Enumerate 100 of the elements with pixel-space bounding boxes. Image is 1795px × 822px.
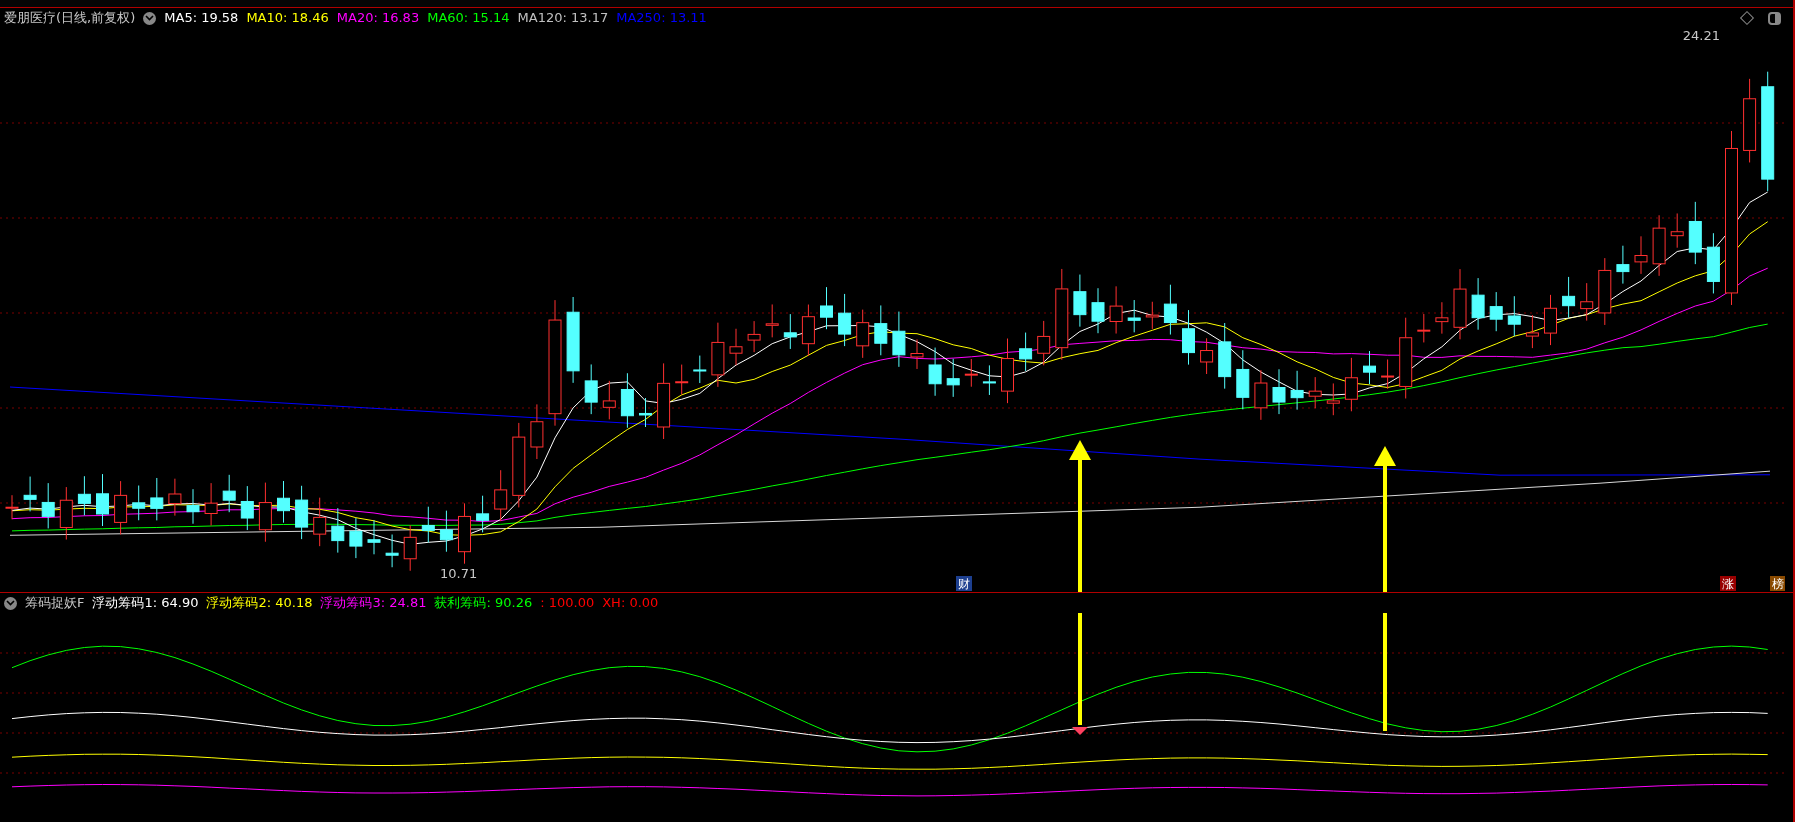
candlestick — [1145, 301, 1159, 330]
chart-title: 爱朋医疗(日线,前复权) — [4, 9, 136, 28]
candlestick — [982, 364, 996, 396]
candlestick — [150, 477, 164, 521]
candlestick — [820, 286, 833, 330]
candlestick — [1688, 201, 1702, 265]
candlestick — [1290, 370, 1304, 411]
candlestick — [240, 485, 254, 531]
candlestick — [421, 506, 435, 543]
candlestick — [801, 304, 815, 357]
candlestick — [910, 338, 924, 370]
candlestick — [1073, 274, 1087, 328]
candlestick — [1308, 376, 1322, 409]
candlestick — [1163, 284, 1177, 336]
candlestick — [458, 502, 471, 565]
candlestick — [1182, 309, 1195, 366]
candlestick — [1254, 369, 1268, 421]
candlestick — [1109, 285, 1123, 335]
low-price-label: 10.71 — [440, 565, 478, 581]
candlestick — [277, 480, 290, 524]
candlestick — [96, 473, 109, 527]
ma-value: MA10: 18.46 — [246, 9, 329, 28]
candlestick — [1381, 359, 1395, 390]
candlestick — [1507, 295, 1521, 337]
candlestick — [1091, 287, 1105, 334]
candlestick — [476, 495, 490, 533]
indicator-value: 获利筹码: 90.26 — [434, 594, 533, 613]
candlestick — [928, 347, 942, 397]
candlestick — [1562, 276, 1576, 319]
marker-badge[interactable]: 财 — [956, 576, 972, 591]
candlestick — [1634, 235, 1648, 275]
ma-value: MA120: 13.17 — [517, 9, 609, 28]
candlestick — [439, 510, 453, 553]
candlestick — [584, 363, 598, 415]
candlestick — [838, 293, 852, 347]
collapse-icon[interactable] — [4, 596, 17, 610]
candlestick — [1453, 268, 1467, 340]
candlestick — [892, 311, 906, 368]
indicator-value: : 100.00 — [540, 594, 595, 613]
ma-value: MA5: 19.58 — [164, 9, 239, 28]
candlestick — [946, 358, 960, 398]
candlestick — [783, 313, 797, 350]
ma-value: MA20: 16.83 — [336, 9, 420, 28]
candlestick — [1706, 232, 1720, 294]
candlestick — [367, 519, 381, 555]
candlestick — [1580, 282, 1594, 322]
candlestick — [620, 372, 634, 429]
candlestick — [1236, 349, 1250, 410]
candlestick — [1616, 245, 1630, 285]
panel-toggle-icon[interactable] — [1768, 11, 1781, 25]
candlestick — [1363, 350, 1376, 385]
candlestick — [331, 507, 345, 554]
candlestick — [1127, 299, 1141, 333]
ma-value: MA60: 15.14 — [427, 9, 510, 28]
candlestick — [693, 355, 707, 384]
marker-badge[interactable]: 涨 — [1720, 576, 1736, 591]
candlestick — [1489, 291, 1503, 332]
high-price-label: 24.21 — [1682, 28, 1720, 43]
candlestick — [186, 488, 200, 525]
candlestick — [1272, 368, 1286, 415]
candlestick — [385, 534, 399, 568]
indicator-title: 筹码捉妖F — [25, 594, 85, 613]
candlestick — [711, 322, 725, 388]
candlestick — [1670, 212, 1684, 249]
marker-badge[interactable]: 榜 — [1770, 576, 1785, 591]
candlestick — [494, 469, 508, 522]
candlestick — [41, 482, 55, 529]
candlestick — [59, 486, 73, 541]
candlestick — [856, 309, 870, 359]
candlestick — [765, 303, 779, 338]
candlestick — [1218, 322, 1232, 390]
candlestick — [258, 482, 272, 543]
candlestick — [1417, 313, 1431, 343]
candlestick — [1344, 357, 1358, 412]
candlestick — [77, 475, 91, 516]
candlestick — [1435, 301, 1449, 335]
candlestick — [602, 380, 616, 420]
candlestick — [222, 474, 236, 513]
indicator-value: XH: 0.00 — [602, 594, 659, 613]
candlestick — [23, 476, 37, 512]
candlestick — [1200, 337, 1214, 375]
ma-value: MA250: 13.11 — [616, 9, 707, 28]
diamond-marker-icon — [1072, 727, 1088, 735]
candlestick — [114, 480, 128, 535]
indicator-value: 浮动筹码2: 40.18 — [206, 594, 313, 613]
candlestick — [295, 485, 309, 540]
candlestick — [1598, 257, 1612, 326]
candlestick — [1001, 338, 1014, 404]
candlestick — [639, 397, 652, 428]
candlestick — [1019, 332, 1033, 372]
candlestick — [168, 478, 182, 517]
candlestick — [530, 403, 544, 460]
indicator-value: 浮动筹码3: 24.81 — [320, 594, 427, 613]
candlestick — [747, 320, 761, 353]
collapse-icon[interactable] — [143, 11, 157, 25]
candlestick — [1037, 320, 1051, 366]
candlestick — [5, 494, 19, 520]
candlestick — [349, 517, 363, 559]
candlestick — [403, 524, 417, 572]
candlestick — [132, 485, 146, 521]
